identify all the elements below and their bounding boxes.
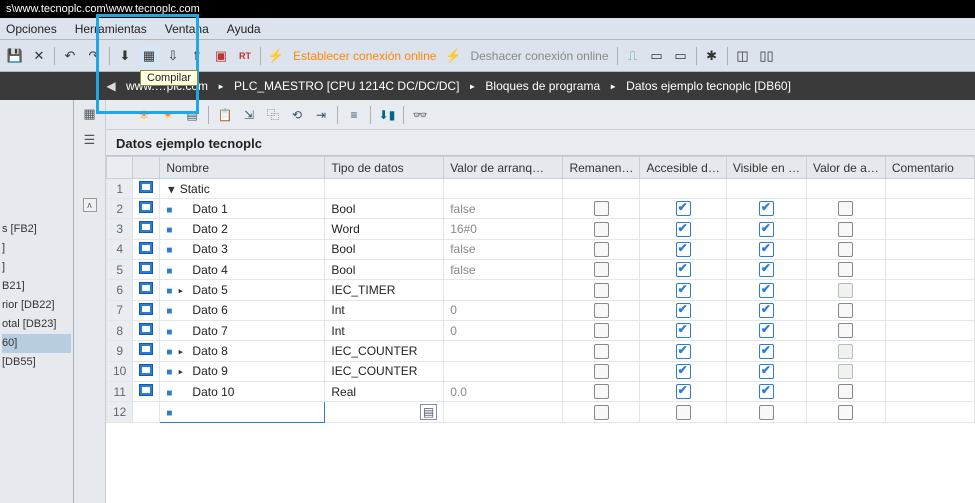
rt-icon[interactable]: RT xyxy=(234,45,256,67)
tree-item[interactable]: [DB55] xyxy=(2,353,71,372)
main-toolbar: 💾 ✕ ↶ ↷ ⬇ ▦ ⇩ ⬆ ▣ RT ⚡ Establecer conexi… xyxy=(0,40,975,72)
layout2-icon[interactable]: ▯▯ xyxy=(756,45,778,67)
table-row[interactable]: 5■ Dato 4Boolfalse xyxy=(107,259,975,279)
editor-toolbar: ✳ ✴ ▤ 📋 ⇲ ⿻ ⟲ ⇥ ≡ ⬇▮ 👓 xyxy=(106,100,975,130)
tree-item[interactable]: 60] xyxy=(2,334,71,353)
col-reman[interactable]: Remanen… xyxy=(563,157,640,179)
screen-icon[interactable]: ▭ xyxy=(646,45,668,67)
table-row[interactable]: 7■ Dato 6Int0 xyxy=(107,300,975,320)
chevron-right-icon[interactable]: ▸ xyxy=(214,79,228,93)
tree-item[interactable]: B21] xyxy=(2,277,71,296)
menu-ayuda[interactable]: Ayuda xyxy=(227,22,261,36)
load-hw-icon[interactable]: ⇩ xyxy=(162,45,184,67)
filter-icon[interactable]: ▤ xyxy=(182,105,202,125)
bc-block[interactable]: Datos ejemplo tecnoplc [DB60] xyxy=(626,79,791,93)
project-sidebar: s [FB2]]]B21]rior [DB22]otal [DB23]60][D… xyxy=(0,100,74,503)
insert-row-icon[interactable]: ✳ xyxy=(134,105,154,125)
editor-gutter: ▦ ☰ ʌ xyxy=(74,100,106,503)
device-icon[interactable]: ⎍ xyxy=(622,45,644,67)
menubar: Opciones Herramientas Ventana Ayuda xyxy=(0,18,975,40)
col-ajuste[interactable]: Valor de a… xyxy=(807,157,886,179)
go-online-icon[interactable]: ⚡ xyxy=(265,45,287,67)
go-online-button[interactable]: Establecer conexión online xyxy=(293,49,436,63)
screen2-icon[interactable]: ▭ xyxy=(670,45,692,67)
db-icon xyxy=(139,303,153,315)
scroll-up-icon[interactable]: ʌ xyxy=(83,198,97,212)
table-row[interactable]: 3■ Dato 2Word16#0 xyxy=(107,219,975,239)
menu-herramientas[interactable]: Herramientas xyxy=(75,22,147,36)
list-icon[interactable]: ☰ xyxy=(82,132,98,148)
expand-icon[interactable]: ≡ xyxy=(344,105,364,125)
table-view-icon[interactable]: ▦ xyxy=(82,106,98,122)
chevron-right-icon[interactable]: ▸ xyxy=(465,79,479,93)
col-acces[interactable]: Accesible d… xyxy=(640,157,726,179)
chevron-right-icon[interactable]: ▸ xyxy=(606,79,620,93)
undo-icon[interactable]: ↶ xyxy=(59,45,81,67)
window-titlebar: s\www.tecnoplc.com\www.tecnoplc.com xyxy=(0,0,975,18)
db-icon xyxy=(139,262,153,274)
load-start-icon[interactable]: ⇲ xyxy=(239,105,259,125)
db-icon xyxy=(139,364,153,376)
db-icon xyxy=(139,384,153,396)
tree-item[interactable]: rior [DB22] xyxy=(2,296,71,315)
glasses-icon[interactable]: 👓 xyxy=(410,105,430,125)
col-valor[interactable]: Valor de arranq… xyxy=(444,157,563,179)
db-icon xyxy=(139,242,153,254)
table-row[interactable]: 10■ ▸ Dato 9IEC_COUNTER xyxy=(107,361,975,381)
col-visible[interactable]: Visible en … xyxy=(726,157,806,179)
reset-icon[interactable]: ⟲ xyxy=(287,105,307,125)
bc-left-icon[interactable]: ◀ xyxy=(102,77,120,95)
insert-row2-icon[interactable]: ✴ xyxy=(158,105,178,125)
menu-opciones[interactable]: Opciones xyxy=(6,22,57,36)
db-icon xyxy=(139,343,153,355)
table-row[interactable]: 12■ ▤ xyxy=(107,402,975,423)
data-grid[interactable]: Nombre Tipo de datos Valor de arranq… Re… xyxy=(106,155,975,503)
table-row[interactable]: 9■ ▸ Dato 8IEC_COUNTER xyxy=(107,341,975,361)
col-tipo[interactable]: Tipo de datos xyxy=(325,157,444,179)
compile-tooltip: Compilar xyxy=(140,70,198,86)
table-row[interactable]: 1▼ Static xyxy=(107,179,975,199)
tree-item[interactable]: ] xyxy=(2,239,71,258)
init-icon[interactable]: ⇥ xyxy=(311,105,331,125)
redo-icon[interactable]: ↷ xyxy=(83,45,105,67)
download-icon[interactable]: ⬇ xyxy=(114,45,136,67)
db-icon xyxy=(139,323,153,335)
table-row[interactable]: 11■ Dato 10Real0.0 xyxy=(107,381,975,401)
snapshot-icon[interactable]: 📋 xyxy=(215,105,235,125)
table-row[interactable]: 8■ Dato 7Int0 xyxy=(107,320,975,340)
tree-item[interactable]: s [FB2] xyxy=(2,220,71,239)
copy-icon[interactable]: ⿻ xyxy=(263,105,283,125)
db-icon xyxy=(139,221,153,233)
xref-icon[interactable]: ✱ xyxy=(701,45,723,67)
compile-icon[interactable]: ▦ xyxy=(138,45,160,67)
menu-ventana[interactable]: Ventana xyxy=(165,22,209,36)
go-offline-icon[interactable]: ⚡ xyxy=(442,45,464,67)
download-block-icon[interactable]: ⬇▮ xyxy=(377,105,397,125)
bc-folder[interactable]: Bloques de programa xyxy=(485,79,600,93)
db-icon xyxy=(139,201,153,213)
bc-cpu[interactable]: PLC_MAESTRO [CPU 1214C DC/DC/DC] xyxy=(234,79,459,93)
close-icon[interactable]: ✕ xyxy=(28,45,50,67)
go-offline-button: Deshacer conexión online xyxy=(470,49,608,63)
table-row[interactable]: 4■ Dato 3Boolfalse xyxy=(107,239,975,259)
block-title: Datos ejemplo tecnoplc xyxy=(106,130,975,155)
db-icon xyxy=(139,181,153,193)
col-coment[interactable]: Comentario xyxy=(885,157,974,179)
tree-item[interactable]: otal [DB23] xyxy=(2,315,71,334)
db-icon xyxy=(139,282,153,294)
sim-icon[interactable]: ▣ xyxy=(210,45,232,67)
col-nombre[interactable]: Nombre xyxy=(160,157,325,179)
upload-icon[interactable]: ⬆ xyxy=(186,45,208,67)
layout1-icon[interactable]: ◫ xyxy=(732,45,754,67)
table-row[interactable]: 6■ ▸ Dato 5IEC_TIMER xyxy=(107,280,975,300)
save-icon[interactable]: 💾 xyxy=(4,45,26,67)
tree-item[interactable]: ] xyxy=(2,258,71,277)
table-row[interactable]: 2■ Dato 1Boolfalse xyxy=(107,199,975,219)
